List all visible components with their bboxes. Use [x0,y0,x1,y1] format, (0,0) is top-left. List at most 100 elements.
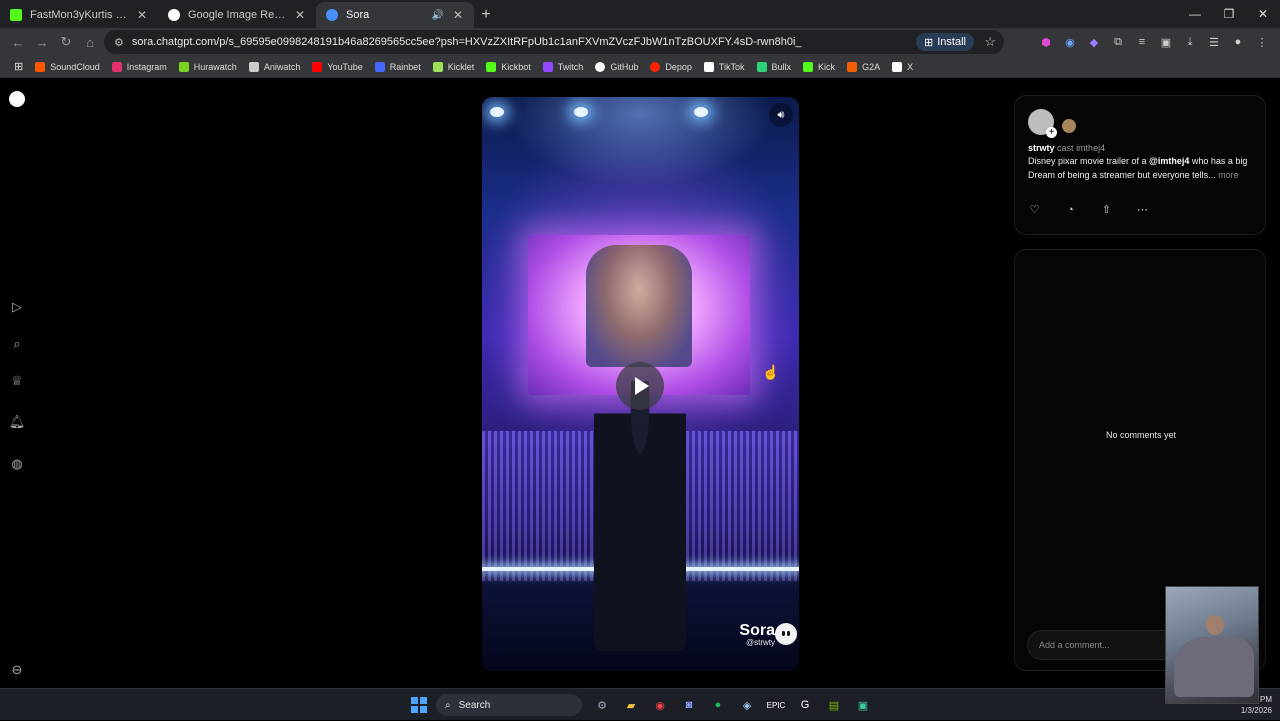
kicklet-icon [432,61,443,72]
speaker-icon[interactable]: 🔊︎ [769,103,793,127]
sora-ghost-icon [775,623,797,645]
kebab-menu-icon[interactable]: ⋮ [1252,32,1272,52]
mention-link[interactable]: @imthej4 [1149,156,1189,166]
close-icon[interactable]: ✕ [136,8,148,22]
site-info-icon[interactable]: ⚙ [114,36,124,49]
cast-label: cast [1057,143,1074,153]
apps-grid-icon[interactable]: ⊞ [8,57,29,77]
new-tab-button[interactable]: + [474,2,498,28]
bookmark-bullx[interactable]: Bullx [751,57,798,77]
minimize-button[interactable]: — [1178,0,1212,28]
windows-start-icon[interactable] [411,697,427,713]
tab-kick[interactable]: FastMon3yKurtis - Watch the V ✕ [0,2,158,28]
close-icon[interactable]: ✕ [294,8,306,22]
steam-icon[interactable]: ◈ [735,694,759,716]
search-icon: ⌕ [445,699,451,711]
comment-input[interactable]: Add a comment... [1027,630,1187,660]
puzzle-icon[interactable]: ⧉ [1108,32,1128,52]
x-icon [892,61,903,72]
search-icon[interactable]: ⌕ [9,336,25,352]
bookmark-kickbot[interactable]: Kickbot [480,57,537,77]
forward-arrow-icon[interactable]: → [30,30,54,54]
play-button[interactable] [616,362,664,410]
more-icon[interactable]: ⋯ [1136,203,1149,216]
bookmark-twitch[interactable]: Twitch [537,57,590,77]
settings-gear-icon[interactable]: ⚙ [590,694,614,716]
home-icon[interactable]: ⌂ [78,30,102,54]
play-circle-icon[interactable]: ▷ [9,299,25,315]
more-link[interactable]: more [1218,170,1239,180]
nvidia-icon[interactable]: ▤ [822,694,846,716]
taskbar-search[interactable]: ⌕ Search [436,694,582,716]
bookmark-youtube[interactable]: YouTube [306,57,368,77]
aniwatch-icon [248,61,259,72]
bookmark-github[interactable]: GitHub [589,57,644,77]
close-icon[interactable]: ✕ [452,8,464,22]
back-arrow-icon[interactable]: ← [6,30,30,54]
username-link[interactable]: strwty [1028,143,1055,153]
bookmark-depop[interactable]: Depop [644,57,698,77]
speaker-icon[interactable]: 🔊 [432,10,444,21]
file-explorer-icon[interactable]: ▰ [619,694,643,716]
profile-avatar-icon[interactable]: ● [1228,32,1248,52]
video-player[interactable]: 🔊︎ Sora @strwty [482,97,799,671]
post-meta: strwty cast imthej4 [1028,143,1105,153]
url-text[interactable]: sora.chatgpt.com/p/s_69595e0998248191b46… [132,36,802,48]
tab-google-image[interactable]: Google Image Result ✕ [158,2,316,28]
tab-sora[interactable]: Sora 🔊 ✕ [316,2,474,28]
bell-icon[interactable]: 🔔︎ [9,414,26,430]
bookmark-label: SoundCloud [50,61,100,72]
discord-icon[interactable]: ◙ [677,694,701,716]
split-view-icon[interactable]: ▣ [1156,32,1176,52]
bookmark-hurawatch[interactable]: Hurawatch [173,57,243,77]
post-actions: ♡ ◔ ⇧ ⋯ [1028,203,1149,217]
remix-icon[interactable]: ◔ [1064,203,1077,216]
address-bar[interactable]: ⚙ sora.chatgpt.com/p/s_69595e0998248191b… [104,30,1004,54]
tab-search-icon[interactable]: ≡ [1132,32,1152,52]
restore-button[interactable]: ❐ [1212,0,1246,28]
spotify-icon[interactable]: ● [706,694,730,716]
webcam-overlay [1165,586,1259,704]
bookmark-star-icon[interactable]: ☆ [984,34,996,50]
install-app-button[interactable]: ⊞ Install [916,33,974,51]
download-icon[interactable]: ⤓ [1180,32,1200,52]
bookmark-label: Rainbet [389,61,421,72]
install-label: Install [937,36,966,48]
bookmark-aniwatch[interactable]: Aniwatch [243,57,307,77]
more-circle-icon[interactable]: ⊖ [9,662,25,678]
heart-icon[interactable]: ♡ [1028,203,1041,216]
app-icon[interactable]: ▣ [851,694,875,716]
bookmark-x[interactable]: X [886,57,919,77]
epic-games-icon[interactable]: EPIC [764,694,788,716]
reading-list-icon[interactable]: ☰ [1204,32,1224,52]
trophy-icon[interactable]: ♕ [9,373,25,389]
bookmark-tiktok[interactable]: TikTok [698,57,751,77]
hooded-figure-graphic [594,381,686,651]
ghost-extension-icon[interactable]: ◆ [1084,32,1104,52]
depop-icon [650,61,661,72]
bookmark-label: Twitch [557,61,584,72]
close-window-button[interactable]: ✕ [1246,0,1280,28]
share-icon[interactable]: ⇧ [1100,203,1113,216]
profile-avatar-icon[interactable]: ◍ [9,456,25,472]
bookmark-label: X [907,61,914,72]
reload-icon[interactable]: ↻ [54,30,78,54]
bookmark-rainbet[interactable]: Rainbet [369,57,427,77]
sora-favicon-icon [326,9,338,21]
bookmark-instagram[interactable]: Instagram [106,57,173,77]
bookmark-soundcloud[interactable]: SoundCloud [29,57,106,77]
audio-extension-icon[interactable]: ◉ [1060,32,1080,52]
shield-extension-icon[interactable]: ⬢ [1036,32,1056,52]
taskbar-apps: ⚙ ▰ ◉ ◙ ● ◈ EPIC G ▤ ▣ [590,694,875,716]
left-nav-rail: ▷ ⌕ ♕ 🔔︎ ◍ ⊖ [0,79,34,688]
extensions-area: ⬢ ◉ ◆ ⧉ ≡ ▣ ⤓ ☰ ● ⋮ [1036,28,1272,56]
sora-logo-icon[interactable] [9,91,25,107]
bookmark-kicklet[interactable]: Kicklet [427,57,481,77]
bookmark-kick[interactable]: Kick [797,57,841,77]
cast-avatar[interactable] [1062,119,1076,133]
avatar[interactable] [1028,109,1057,138]
g-hub-icon[interactable]: G [793,694,817,716]
bookmark-g2a[interactable]: G2A [841,57,886,77]
chrome-icon[interactable]: ◉ [648,694,672,716]
cast-username-link[interactable]: imthej4 [1076,143,1105,153]
